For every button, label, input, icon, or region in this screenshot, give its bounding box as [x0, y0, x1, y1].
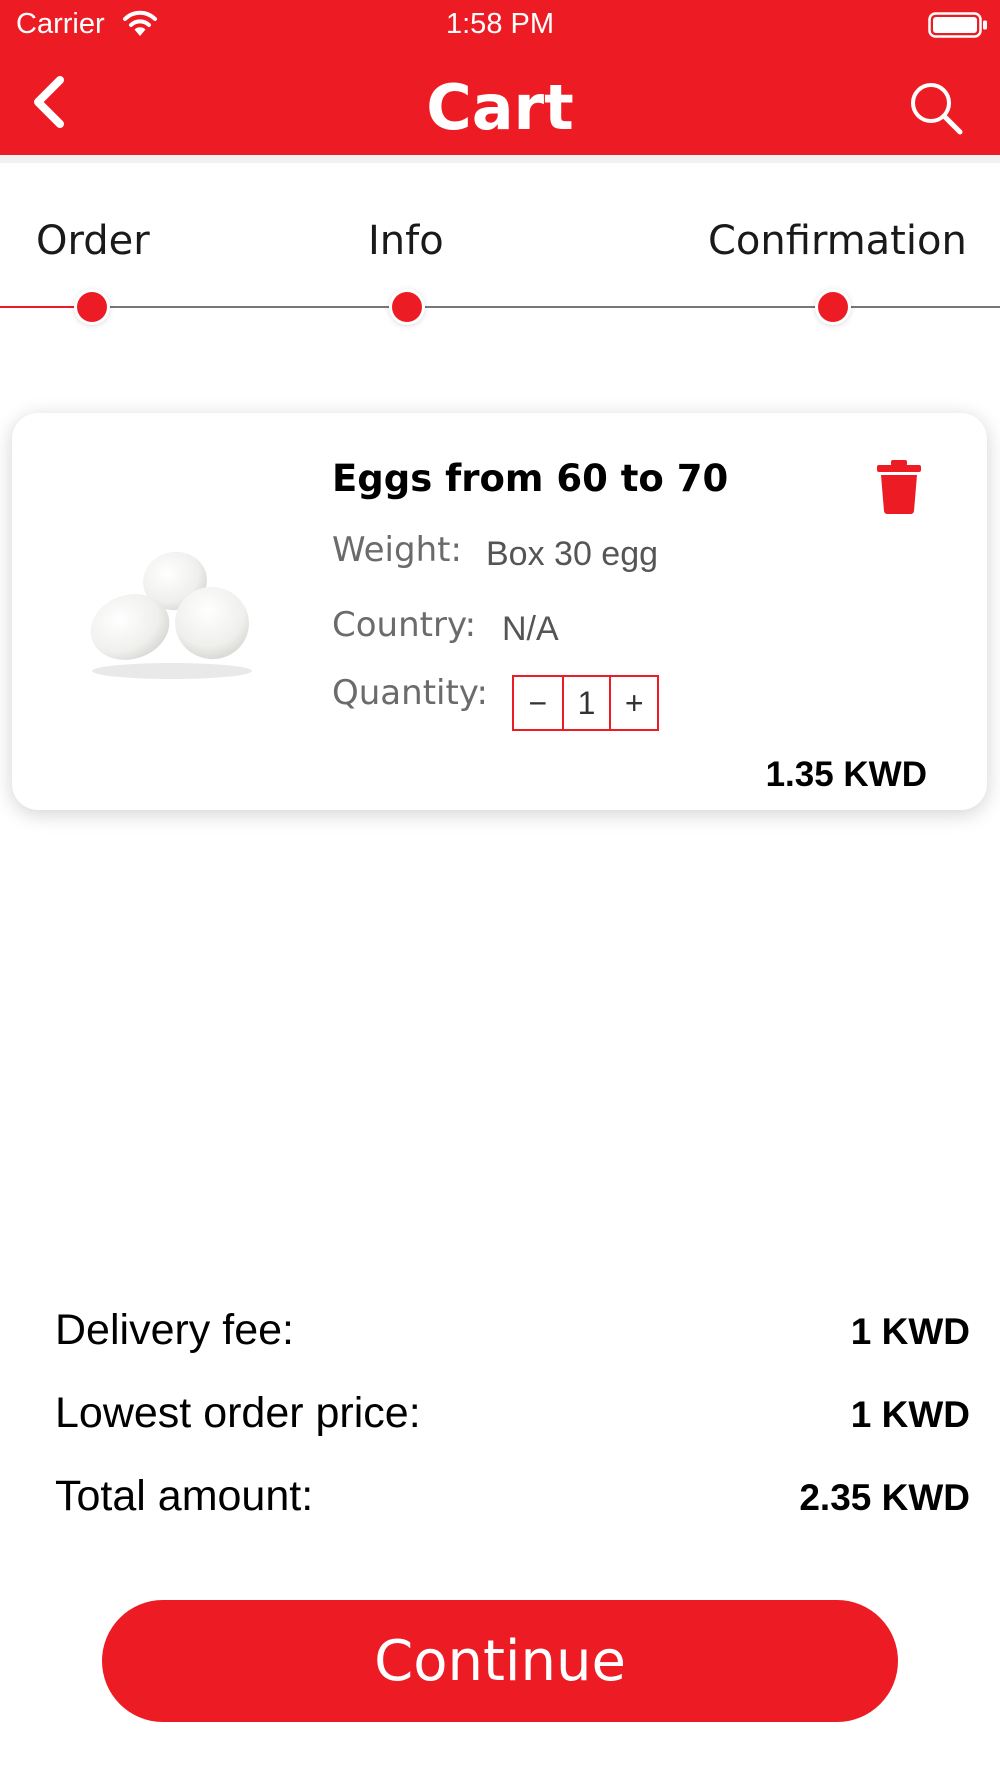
- battery-icon: [928, 12, 987, 38]
- status-time: 1:58 PM: [446, 8, 554, 40]
- delete-item-button[interactable]: [876, 459, 922, 515]
- eggs-image: [90, 551, 252, 679]
- quantity-label: Quantity:: [332, 673, 488, 713]
- step-info-label: Info: [368, 218, 444, 264]
- decrease-quantity-button[interactable]: −: [514, 677, 562, 729]
- step-confirmation-label: Confirmation: [708, 218, 967, 264]
- page-title: Cart: [426, 71, 574, 144]
- continue-button[interactable]: Continue: [102, 1600, 898, 1722]
- delivery-fee-label: Delivery fee:: [55, 1306, 294, 1354]
- country-label: Country:: [332, 605, 477, 645]
- progress-track: [0, 306, 1000, 308]
- search-button[interactable]: [908, 80, 964, 136]
- total-amount-label: Total amount:: [55, 1472, 314, 1520]
- header-divider: [0, 155, 1000, 163]
- lowest-order-price-label: Lowest order price:: [55, 1389, 421, 1437]
- step-confirmation-dot: [818, 292, 848, 322]
- step-info-dot: [392, 292, 422, 322]
- quantity-stepper: − 1 +: [512, 675, 659, 731]
- lowest-order-price-value: 1 KWD: [850, 1394, 970, 1435]
- product-name: Eggs from 60 to 70: [332, 457, 729, 500]
- app-header: Carrier 1:58 PM Cart: [0, 0, 1000, 155]
- weight-label: Weight:: [332, 530, 462, 570]
- increase-quantity-button[interactable]: +: [609, 677, 657, 729]
- delivery-fee-value: 1 KWD: [850, 1311, 970, 1352]
- cart-item-card: Eggs from 60 to 70 Weight: Box 30 egg Co…: [12, 413, 987, 810]
- status-bar: Carrier 1:58 PM: [0, 0, 1000, 50]
- step-order-dot: [77, 292, 107, 322]
- search-icon: [911, 83, 963, 135]
- trash-icon: [877, 460, 921, 514]
- total-amount-value: 2.35 KWD: [799, 1477, 970, 1518]
- quantity-value: 1: [561, 677, 610, 729]
- item-price: 1.35 KWD: [765, 755, 927, 794]
- step-order-label: Order: [36, 218, 150, 264]
- weight-value: Box 30 egg: [486, 535, 659, 573]
- country-value: N/A: [502, 610, 559, 648]
